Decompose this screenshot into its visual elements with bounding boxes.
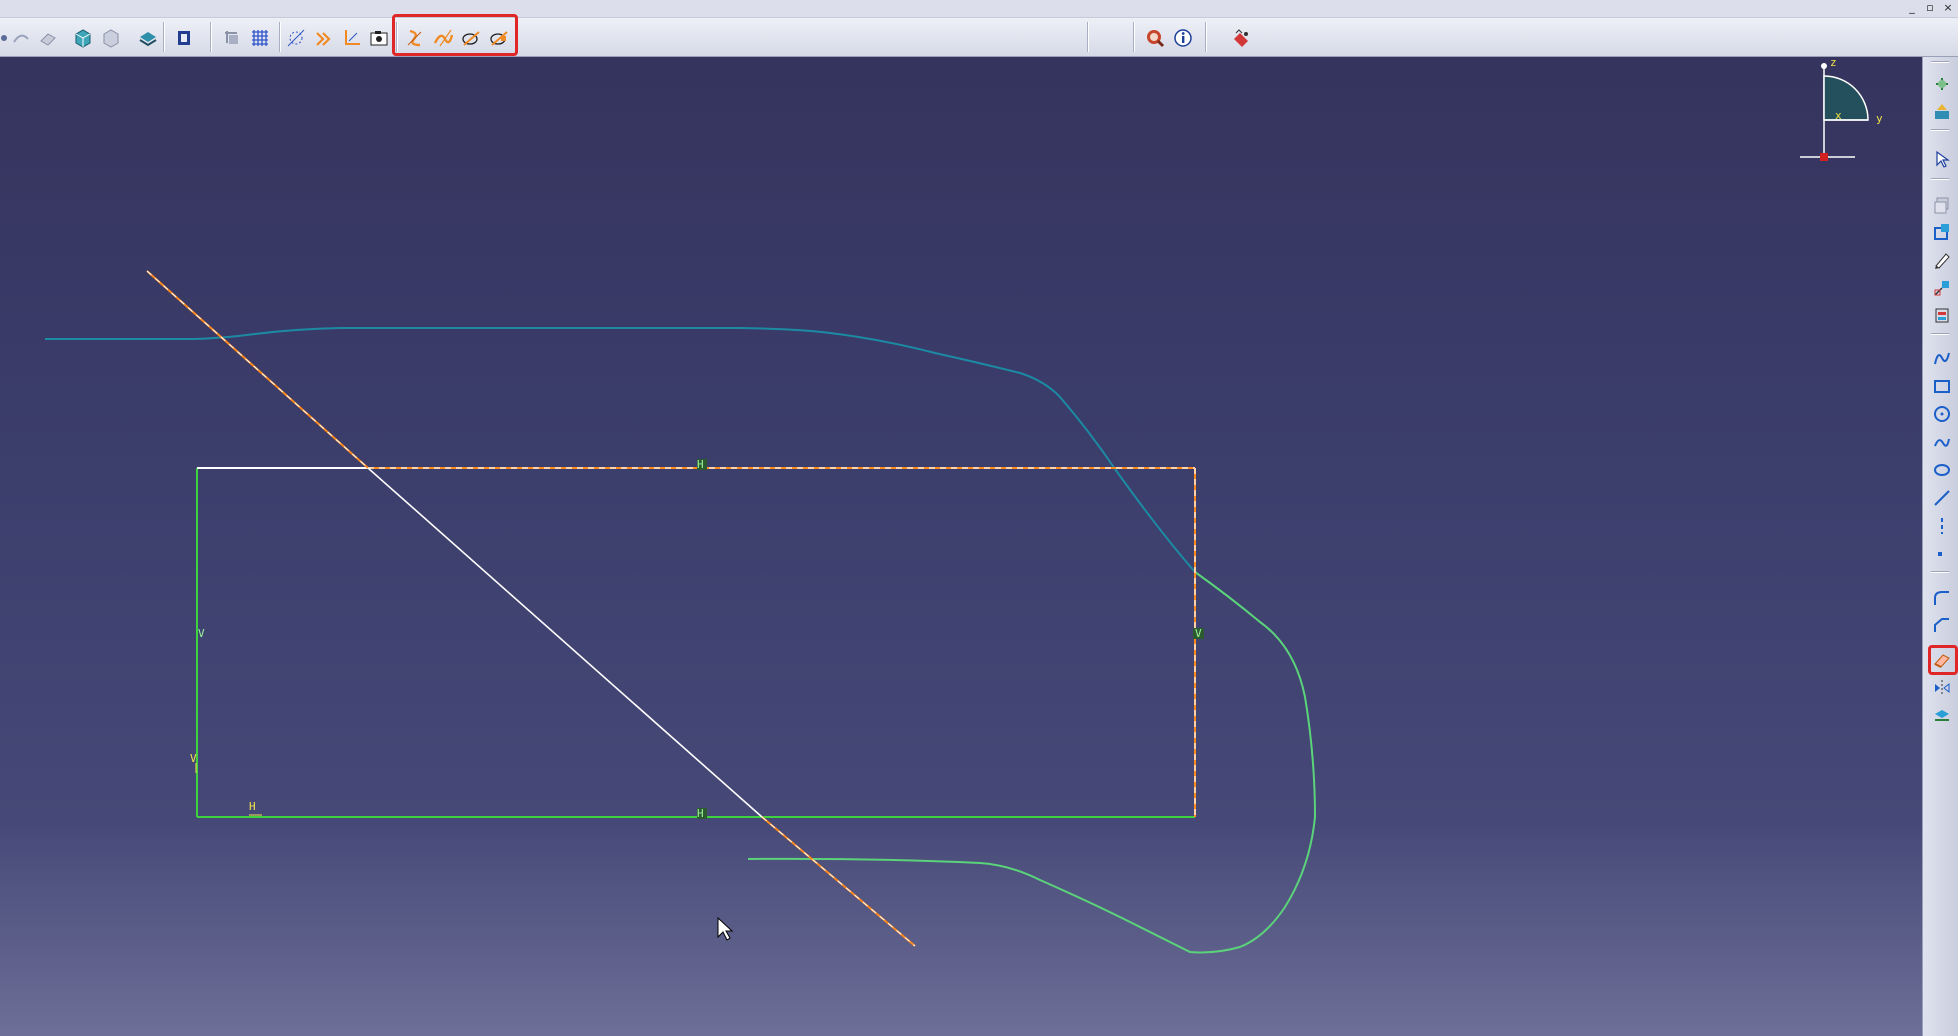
constraint-right-v[interactable]: V	[1193, 627, 1204, 640]
sketch-tools-toolbar	[1922, 57, 1958, 1036]
geometry-icon[interactable]	[312, 26, 336, 50]
restore-button[interactable]: ▫	[1924, 0, 1936, 17]
svg-text:H: H	[697, 458, 704, 471]
constraint-icon[interactable]	[1930, 277, 1954, 299]
close-button[interactable]: ×	[1942, 0, 1954, 17]
highlight-box-toolbar	[392, 14, 518, 56]
analysis-icon[interactable]	[1229, 26, 1253, 50]
svg-text:H: H	[697, 807, 704, 820]
highlight-box-trim-tool	[1928, 645, 1958, 675]
pencil-icon[interactable]	[1930, 249, 1954, 271]
line-icon[interactable]	[1930, 487, 1954, 509]
axis-icon[interactable]	[340, 26, 364, 50]
export-icon[interactable]	[1930, 101, 1954, 123]
compass-widget[interactable]: z y x	[1800, 57, 1883, 161]
svg-text:H: H	[249, 800, 256, 813]
rectangle-icon[interactable]	[1930, 375, 1954, 397]
corner-icon[interactable]	[1930, 587, 1954, 609]
constraint-corner-v[interactable]: V	[190, 752, 197, 773]
shape-icon[interactable]	[36, 26, 60, 50]
copy-icon[interactable]	[1930, 194, 1954, 216]
svg-text:z: z	[1830, 57, 1837, 69]
ellipse-icon[interactable]	[1930, 459, 1954, 481]
svg-text:V: V	[1195, 627, 1202, 640]
point-icon[interactable]	[1930, 543, 1954, 565]
curve-continuation	[747, 571, 1317, 954]
circle-icon[interactable]	[1930, 403, 1954, 425]
svg-text:y: y	[1876, 112, 1883, 125]
main-toolbar	[0, 18, 1958, 58]
normal-view-icon[interactable]	[172, 26, 196, 50]
svg-text:x: x	[1835, 109, 1842, 122]
constraint-top-h[interactable]: H	[697, 458, 707, 471]
constraint-left-v[interactable]: V	[198, 627, 205, 640]
mouse-cursor	[717, 916, 734, 941]
cut-part-icon[interactable]	[284, 26, 308, 50]
svg-text:V: V	[198, 627, 205, 640]
query-icon[interactable]	[1143, 26, 1167, 50]
profile-curve	[45, 327, 1196, 573]
constraint-bottom-h[interactable]: H	[697, 807, 707, 820]
snap-grid-icon[interactable]	[248, 26, 272, 50]
chamfer-icon[interactable]	[1930, 614, 1954, 636]
select-arrow-icon[interactable]	[1930, 148, 1954, 170]
constraint-corner-h[interactable]: H	[249, 800, 262, 816]
sketch-grid-icon[interactable]	[220, 26, 244, 50]
spline-icon[interactable]	[1930, 347, 1954, 369]
minimize-button[interactable]: _	[1906, 0, 1918, 17]
insert-icon[interactable]	[1930, 304, 1954, 326]
sketch-viewport[interactable]: H H V V H V z y x	[0, 57, 1922, 1036]
image-capture-icon[interactable]	[367, 26, 391, 50]
mirror-icon[interactable]	[1930, 677, 1954, 699]
render-style-icon[interactable]	[136, 26, 160, 50]
view-part-icon[interactable]	[71, 26, 95, 50]
title-bar: _ ▫ ×	[0, 0, 1958, 18]
exit-workbench-icon[interactable]	[1930, 73, 1954, 95]
diagonal-line-inside	[367, 467, 763, 818]
project-icon[interactable]	[1930, 705, 1954, 727]
profile-icon[interactable]	[1930, 221, 1954, 243]
curve-icon[interactable]	[1930, 431, 1954, 453]
info-icon[interactable]	[1171, 26, 1195, 50]
view-part2-icon[interactable]	[99, 26, 123, 50]
axis-line-icon[interactable]	[1930, 515, 1954, 537]
undo-arc-icon[interactable]	[9, 26, 33, 50]
window-controls: _ ▫ ×	[1906, 0, 1954, 17]
